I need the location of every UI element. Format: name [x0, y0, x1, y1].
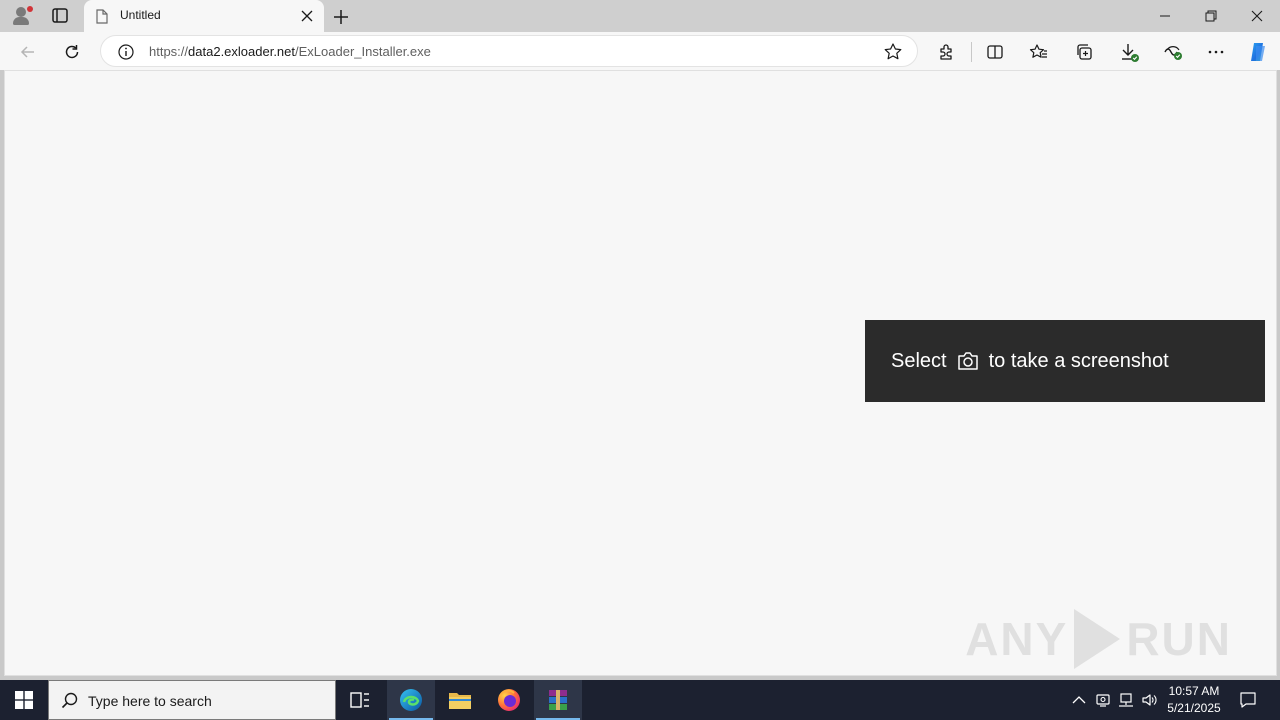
start-button[interactable]	[0, 680, 48, 720]
favorites-icon[interactable]	[1026, 39, 1052, 65]
meet-now-icon[interactable]	[1093, 680, 1113, 720]
task-view-icon[interactable]	[336, 680, 384, 720]
restore-button[interactable]	[1188, 0, 1234, 32]
network-icon[interactable]	[1116, 680, 1136, 720]
favorite-star-icon[interactable]	[883, 42, 903, 67]
extensions-icon[interactable]	[934, 39, 960, 65]
firefox-icon[interactable]	[485, 680, 533, 720]
watermark-left: ANY	[965, 613, 1069, 665]
more-options-icon[interactable]	[1203, 39, 1229, 65]
refresh-button[interactable]	[59, 39, 85, 65]
taskbar: Type here to search 10:57 AM 5/21/2025	[0, 680, 1280, 720]
tab-title: Untitled	[120, 8, 161, 22]
profile-avatar[interactable]	[10, 4, 34, 28]
taskbar-search-box[interactable]: Type here to search	[48, 680, 336, 720]
page-viewport: Select to take a screenshot ANY RUN	[4, 70, 1277, 676]
page-icon	[96, 9, 108, 29]
split-screen-icon[interactable]	[982, 39, 1008, 65]
browser-essentials-icon[interactable]	[1160, 39, 1186, 65]
screenshot-toast: Select to take a screenshot	[865, 320, 1265, 402]
watermark-right: RUN	[1126, 613, 1232, 665]
address-bar[interactable]: https://data2.exloader.net/ExLoader_Inst…	[100, 35, 918, 67]
url-scheme: https://	[149, 44, 189, 59]
close-window-button[interactable]	[1234, 0, 1280, 32]
url-text[interactable]: https://data2.exloader.net/ExLoader_Inst…	[149, 44, 431, 59]
search-placeholder: Type here to search	[88, 693, 212, 709]
site-info-icon[interactable]	[117, 43, 135, 66]
file-explorer-icon[interactable]	[436, 680, 484, 720]
new-tab-button[interactable]	[330, 6, 352, 28]
tab-actions-icon[interactable]	[48, 6, 72, 26]
edge-taskbar-icon[interactable]	[387, 680, 435, 720]
play-icon	[1074, 609, 1121, 669]
anyrun-watermark: ANY RUN	[965, 609, 1232, 669]
tab-untitled[interactable]: Untitled	[84, 0, 324, 32]
close-tab-icon[interactable]	[298, 7, 316, 25]
downloads-icon[interactable]	[1116, 39, 1142, 65]
profile-badge	[27, 6, 33, 12]
collections-icon[interactable]	[1071, 39, 1097, 65]
search-icon	[61, 692, 79, 715]
notifications-icon[interactable]	[1236, 680, 1260, 720]
show-hidden-icons-chevron-icon[interactable]	[1068, 680, 1090, 720]
toast-select-text: Select	[891, 349, 947, 372]
back-button[interactable]	[15, 39, 41, 65]
toolbar-separator	[971, 42, 972, 62]
tab-strip: Untitled	[0, 0, 1280, 32]
clock-date: 5/21/2025	[1167, 701, 1221, 715]
toast-action-text: to take a screenshot	[988, 349, 1169, 372]
volume-icon[interactable]	[1140, 680, 1160, 720]
minimize-button[interactable]	[1142, 0, 1188, 32]
winrar-icon[interactable]	[534, 680, 582, 720]
browser-toolbar: https://data2.exloader.net/ExLoader_Inst…	[0, 32, 1280, 70]
camera-icon	[957, 351, 979, 371]
clock-time: 10:57 AM	[1168, 684, 1220, 698]
url-host: data2.exloader.net	[188, 44, 296, 59]
url-path: /ExLoader_Installer.exe	[295, 44, 431, 59]
copilot-icon[interactable]	[1245, 39, 1271, 65]
taskbar-clock[interactable]: 10:57 AM 5/21/2025	[1162, 683, 1226, 717]
